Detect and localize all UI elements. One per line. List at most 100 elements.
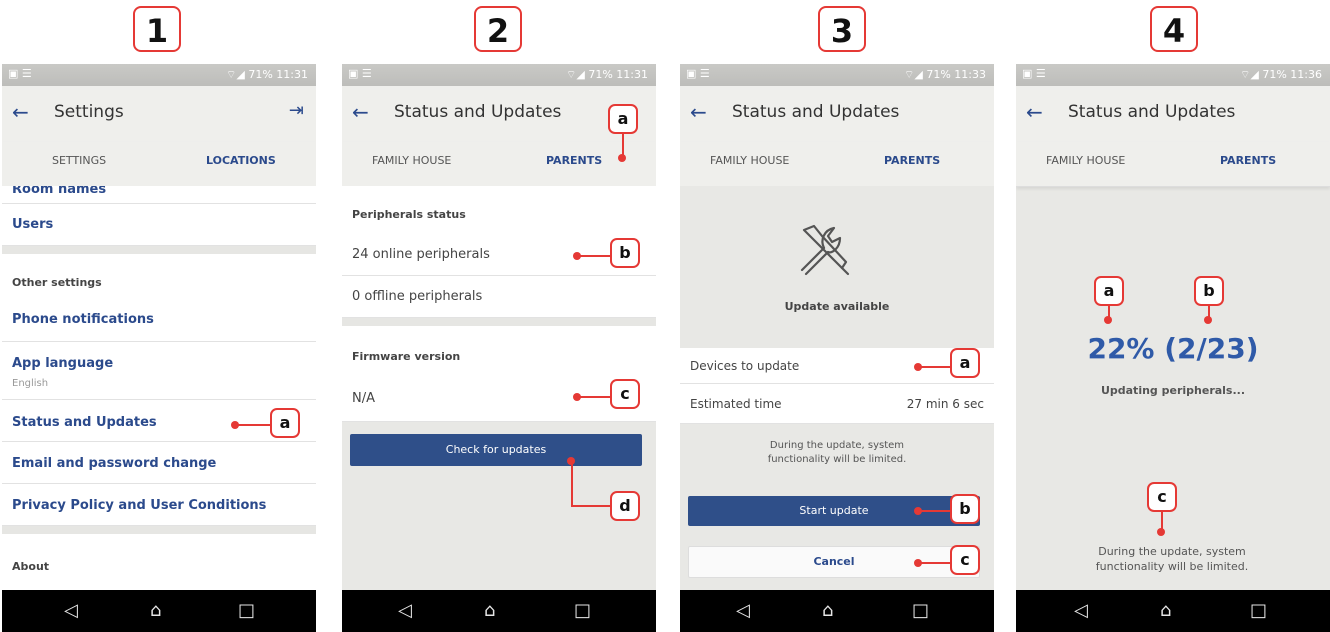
callout-dot <box>914 363 922 371</box>
nav-recent-icon[interactable]: □ <box>912 600 929 621</box>
step-number: 1 <box>133 6 181 52</box>
panel-step-2: 2 ▣ ☰ ⌔◢ 71% 11:31 ← Status and Updates … <box>342 0 656 632</box>
tab-family-house[interactable]: FAMILY HOUSE <box>372 154 451 167</box>
tab-settings[interactable]: SETTINGS <box>52 154 106 167</box>
panel-step-4: 4 ▣ ☰ ⌔◢ 71% 11:36 ← Status and Updates … <box>1016 0 1330 632</box>
nav-home-icon[interactable]: ⌂ <box>484 600 495 621</box>
list-item-label: Room names <box>12 186 107 197</box>
list-item-privacy[interactable]: Privacy Policy and User Conditions <box>2 484 316 526</box>
callout-line <box>571 463 573 507</box>
callout-c: c <box>1147 482 1177 512</box>
tab-family-house[interactable]: FAMILY HOUSE <box>710 154 789 167</box>
nav-back-icon[interactable]: ◁ <box>1074 600 1088 621</box>
list-item-about[interactable]: About <box>2 534 316 590</box>
tools-icon <box>800 224 850 276</box>
status-clock: ⌔◢ 71% 11:31 <box>226 68 308 81</box>
nav-back-icon[interactable]: ◁ <box>64 600 78 621</box>
callout-b: b <box>1194 276 1224 306</box>
update-hero: Update available <box>680 186 994 348</box>
list-item-label: 0 offline peripherals <box>352 289 483 304</box>
tab-bar: FAMILY HOUSE PARENTS <box>342 142 656 187</box>
updating-label: Updating peripherals... <box>1100 384 1246 397</box>
step-number: 3 <box>818 6 866 52</box>
list-item-email-password[interactable]: Email and password change <box>2 442 316 484</box>
list-item-label: Estimated time <box>690 397 782 411</box>
list-item-value: 27 min 6 sec <box>906 397 984 411</box>
tab-parents[interactable]: PARENTS <box>884 154 940 167</box>
section-title: Firmware version <box>352 350 461 363</box>
nav-home-icon[interactable]: ⌂ <box>150 600 161 621</box>
section-title: Peripherals status <box>352 208 466 221</box>
list-item-status-updates[interactable]: Status and Updates <box>2 400 316 442</box>
callout-b: b <box>610 238 640 268</box>
list-item-value: English <box>12 378 49 389</box>
tab-bar: FAMILY HOUSE PARENTS <box>680 142 994 187</box>
list-item-phone-notifications[interactable]: Phone notifications <box>2 298 316 342</box>
nav-recent-icon[interactable]: □ <box>238 600 255 621</box>
list-item-label: Phone notifications <box>12 312 154 327</box>
divider <box>2 526 316 534</box>
callout-dot <box>618 154 626 162</box>
progress-readout: 22% (2/23) <box>1087 332 1259 365</box>
warning-text: During the update, system functionality … <box>1095 545 1249 573</box>
tab-parents[interactable]: PARENTS <box>546 154 602 167</box>
status-icons: ▣ ☰ <box>1022 67 1046 80</box>
callout-dot <box>1104 316 1112 324</box>
callout-a: a <box>270 408 300 438</box>
logout-icon[interactable]: ⇥ <box>289 100 304 121</box>
back-arrow-icon[interactable]: ← <box>12 100 29 124</box>
warning-text: During the update, system functionality … <box>767 440 907 465</box>
page-title: Settings <box>54 102 124 122</box>
toolbar: ← Status and Updates <box>680 86 994 142</box>
nav-recent-icon[interactable]: □ <box>574 600 591 621</box>
list-item-label: Email and password change <box>12 456 217 471</box>
status-clock: ⌔◢ 71% 11:31 <box>566 68 648 81</box>
nav-home-icon[interactable]: ⌂ <box>822 600 833 621</box>
callout-line <box>579 255 612 257</box>
status-icons: ▣ ☰ <box>686 67 710 80</box>
status-bar: ▣ ☰ ⌔◢ 71% 11:36 <box>1016 64 1330 86</box>
callout-dot <box>914 559 922 567</box>
tab-family-house[interactable]: FAMILY HOUSE <box>1046 154 1125 167</box>
callout-a: a <box>1094 276 1124 306</box>
list-item-label: N/A <box>352 391 375 406</box>
status-bar: ▣ ☰ ⌔◢ 71% 11:31 <box>342 64 656 86</box>
callout-dot <box>231 421 239 429</box>
tab-bar: FAMILY HOUSE PARENTS <box>1016 142 1330 187</box>
status-clock: ⌔◢ 71% 11:33 <box>904 68 986 81</box>
page-title: Status and Updates <box>1068 102 1236 122</box>
list-item-offline: 0 offline peripherals <box>342 276 656 318</box>
tab-parents[interactable]: PARENTS <box>1220 154 1276 167</box>
tab-locations[interactable]: LOCATIONS <box>206 154 276 167</box>
back-arrow-icon[interactable]: ← <box>690 100 707 124</box>
list-item-users[interactable]: Users <box>2 204 316 246</box>
list-item-label: App language <box>12 356 114 371</box>
back-arrow-icon[interactable]: ← <box>352 100 369 124</box>
panel-step-1: 1 ▣ ☰ ⌔◢ 71% 11:31 ← Settings ⇥ SETTINGS… <box>2 0 316 632</box>
phone-screen: ▣ ☰ ⌔◢ 71% 11:36 ← Status and Updates FA… <box>1016 64 1330 632</box>
check-updates-button[interactable]: Check for updates <box>350 434 642 466</box>
section-title: Other settings <box>12 276 102 289</box>
nav-back-icon[interactable]: ◁ <box>736 600 750 621</box>
back-arrow-icon[interactable]: ← <box>1026 100 1043 124</box>
callout-line <box>920 510 950 512</box>
callout-b: b <box>950 494 980 524</box>
callout-c: c <box>950 545 980 575</box>
nav-home-icon[interactable]: ⌂ <box>1160 600 1171 621</box>
android-nav-bar: ◁ ⌂ □ <box>680 590 994 632</box>
toolbar: ← Settings ⇥ <box>2 86 316 142</box>
nav-recent-icon[interactable]: □ <box>1250 600 1267 621</box>
phone-screen: ▣ ☰ ⌔◢ 71% 11:31 ← Status and Updates FA… <box>342 64 656 632</box>
panel-step-3: 3 ▣ ☰ ⌔◢ 71% 11:33 ← Status and Updates … <box>680 0 994 632</box>
update-available-label: Update available <box>784 300 890 313</box>
nav-back-icon[interactable]: ◁ <box>398 600 412 621</box>
list-item-room-names[interactable]: Room names <box>2 186 316 204</box>
list-item-label: Users <box>12 217 54 232</box>
list-item-label: 24 online peripherals <box>352 247 490 262</box>
callout-a: a <box>950 348 980 378</box>
toolbar: ← Status and Updates <box>1016 86 1330 142</box>
status-icons: ▣ ☰ <box>348 67 372 80</box>
list-item-label: Privacy Policy and User Conditions <box>12 498 267 513</box>
list-item-app-language[interactable]: App language English <box>2 342 316 400</box>
step-number: 4 <box>1150 6 1198 52</box>
